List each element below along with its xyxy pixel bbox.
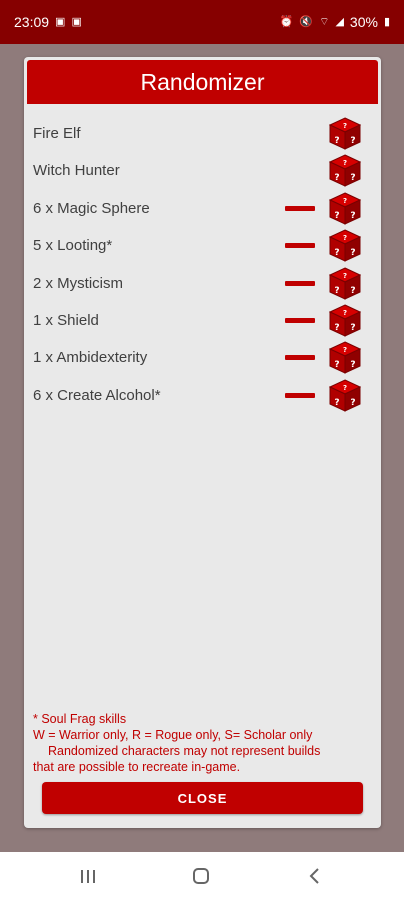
dialog-title: Randomizer: [140, 68, 265, 95]
list-item-label: 6 x Magic Sphere: [33, 199, 150, 217]
remove-item-button[interactable]: [285, 355, 315, 361]
list-item: 1 x Shield???: [24, 302, 381, 339]
svg-text:?: ?: [343, 159, 347, 167]
close-button[interactable]: CLOSE: [42, 782, 363, 814]
randomized-list: Fire Elf??? Witch Hunter??? 6 x Magic Sphe…: [24, 115, 381, 414]
remove-item-button[interactable]: [285, 205, 315, 211]
list-item-label: Witch Hunter: [33, 162, 120, 180]
alarm-icon: ⏰: [279, 15, 294, 28]
svg-text:?: ?: [334, 248, 339, 258]
note-disclaimer-cont: that are possible to recreate in-game.: [33, 760, 241, 774]
back-icon[interactable]: [300, 864, 330, 888]
mute-icon: 🔇: [299, 15, 314, 28]
list-item-label: 1 x Shield: [33, 311, 99, 329]
dialog-notes: * Soul Frag skills W = Warrior only, R =…: [33, 711, 368, 775]
svg-text:?: ?: [350, 323, 355, 333]
svg-text:?: ?: [334, 323, 339, 333]
svg-text:?: ?: [334, 360, 339, 370]
wifi-icon: ⌔: [319, 15, 330, 28]
svg-text:?: ?: [350, 360, 355, 370]
randomizer-dialog: Randomizer Fire Elf??? Witch Hunter??? 6 x…: [24, 57, 381, 828]
svg-text:?: ?: [350, 398, 355, 408]
dice-question-icon[interactable]: ???: [328, 117, 362, 150]
svg-text:?: ?: [350, 248, 355, 258]
status-right: ⏰ 🔇 ⌔ ◢ 30% ▮: [280, 14, 390, 30]
signal-icon: ◢: [335, 15, 344, 28]
remove-item-button[interactable]: [285, 317, 315, 323]
list-item: 2 x Mysticism???: [24, 265, 381, 302]
navigation-bar: [0, 852, 404, 900]
recent-apps-icon[interactable]: [73, 864, 103, 888]
svg-text:?: ?: [350, 211, 355, 221]
close-button-label: CLOSE: [177, 790, 228, 806]
list-item: Fire Elf???: [24, 115, 381, 152]
battery-icon: ▮: [383, 15, 390, 28]
remove-item-button[interactable]: [285, 392, 315, 398]
dice-question-icon[interactable]: ???: [328, 304, 362, 337]
notification-icon: ▣: [55, 15, 66, 28]
dialog-header: Randomizer: [27, 60, 378, 104]
list-item: 6 x Magic Sphere???: [24, 190, 381, 227]
remove-item-button[interactable]: [285, 243, 315, 249]
svg-text:?: ?: [350, 173, 355, 183]
svg-text:?: ?: [350, 286, 355, 296]
list-item: Witch Hunter???: [24, 152, 381, 189]
svg-text:?: ?: [343, 234, 347, 242]
dice-question-icon[interactable]: ???: [328, 379, 362, 412]
svg-text:?: ?: [343, 346, 347, 354]
list-item-label: 6 x Create Alcohol*: [33, 386, 161, 404]
remove-item-button[interactable]: [285, 280, 315, 286]
svg-text:?: ?: [334, 173, 339, 183]
svg-text:?: ?: [343, 272, 347, 280]
list-item: 1 x Ambidexterity???: [24, 339, 381, 376]
svg-text:?: ?: [343, 197, 347, 205]
list-item: 6 x Create Alcohol*???: [24, 377, 381, 414]
note-disclaimer: Randomized characters may not represent …: [48, 744, 321, 758]
dice-question-icon[interactable]: ???: [328, 267, 362, 300]
status-bar: 23:09 ▣ ▣ ⏰ 🔇 ⌔ ◢ 30% ▮: [0, 0, 404, 44]
svg-text:?: ?: [334, 398, 339, 408]
svg-text:?: ?: [343, 384, 347, 392]
svg-text:?: ?: [334, 286, 339, 296]
dice-question-icon[interactable]: ???: [328, 154, 362, 188]
svg-text:?: ?: [350, 136, 355, 146]
list-item-label: 2 x Mysticism: [33, 274, 123, 292]
dice-question-icon[interactable]: ???: [328, 192, 362, 225]
list-item-label: 1 x Ambidexterity: [33, 349, 148, 367]
list-item-label: Fire Elf: [33, 125, 81, 142]
notification-icon-2: ▣: [71, 15, 82, 28]
status-left: 23:09 ▣ ▣: [14, 14, 82, 30]
note-class-legend: W = Warrior only, R = Rogue only, S= Sch…: [33, 728, 313, 742]
svg-text:?: ?: [334, 136, 339, 146]
battery-level: 30%: [349, 14, 378, 30]
home-icon[interactable]: [186, 864, 216, 888]
svg-text:?: ?: [343, 122, 347, 130]
list-item-label: 5 x Looting*: [33, 237, 113, 255]
dice-question-icon[interactable]: ???: [328, 341, 362, 375]
svg-text:?: ?: [334, 211, 339, 221]
note-soul-frag: * Soul Frag skills: [33, 712, 127, 726]
list-item: 5 x Looting*???: [24, 227, 381, 264]
status-time: 23:09: [14, 14, 50, 30]
dice-question-icon[interactable]: ???: [328, 229, 362, 262]
svg-text:?: ?: [343, 309, 347, 317]
